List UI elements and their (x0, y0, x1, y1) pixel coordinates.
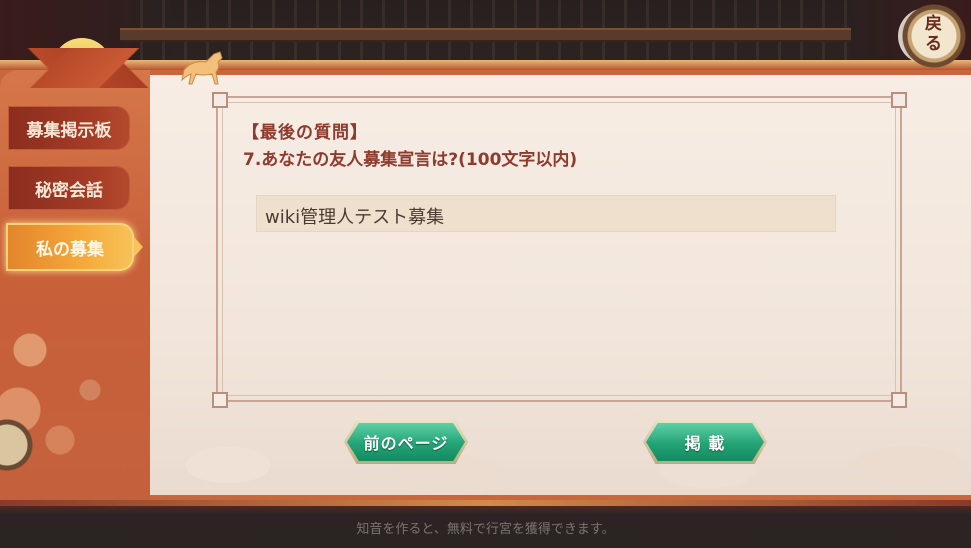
corner-ornament (212, 92, 228, 108)
tab-label: 秘密会話 (35, 180, 103, 201)
button-label: 前のページ (363, 434, 449, 453)
horse-icon (181, 51, 223, 85)
footer-hint: 知音を作ると、無料で行宮を獲得できます。 (356, 522, 615, 537)
tab-recruitment-board[interactable]: 募集掲示板 (8, 106, 130, 150)
tab-secret-chat[interactable]: 秘密会話 (8, 166, 130, 210)
mountain-decoration (0, 48, 190, 88)
back-button-label: 戻る (925, 14, 942, 54)
tab-label: 私の募集 (36, 239, 104, 260)
question-text: 7.あなたの友人募集宣言は?(100文字以内) (243, 150, 578, 170)
tab-my-recruitment[interactable]: 私の募集 (6, 223, 143, 271)
corner-ornament (891, 92, 907, 108)
button-label: 掲 載 (684, 434, 726, 453)
corner-ornament (212, 392, 228, 408)
header-art (0, 18, 300, 88)
tab-label: 募集掲示板 (26, 120, 112, 141)
corner-ornament (891, 392, 907, 408)
answer-input[interactable]: wiki管理人テスト募集 (256, 195, 836, 232)
peony-decoration (0, 290, 135, 510)
post-button[interactable]: 掲 載 (646, 423, 764, 461)
question-title: 【最後の質問】 (242, 123, 368, 143)
previous-page-button[interactable]: 前のページ (347, 423, 465, 461)
